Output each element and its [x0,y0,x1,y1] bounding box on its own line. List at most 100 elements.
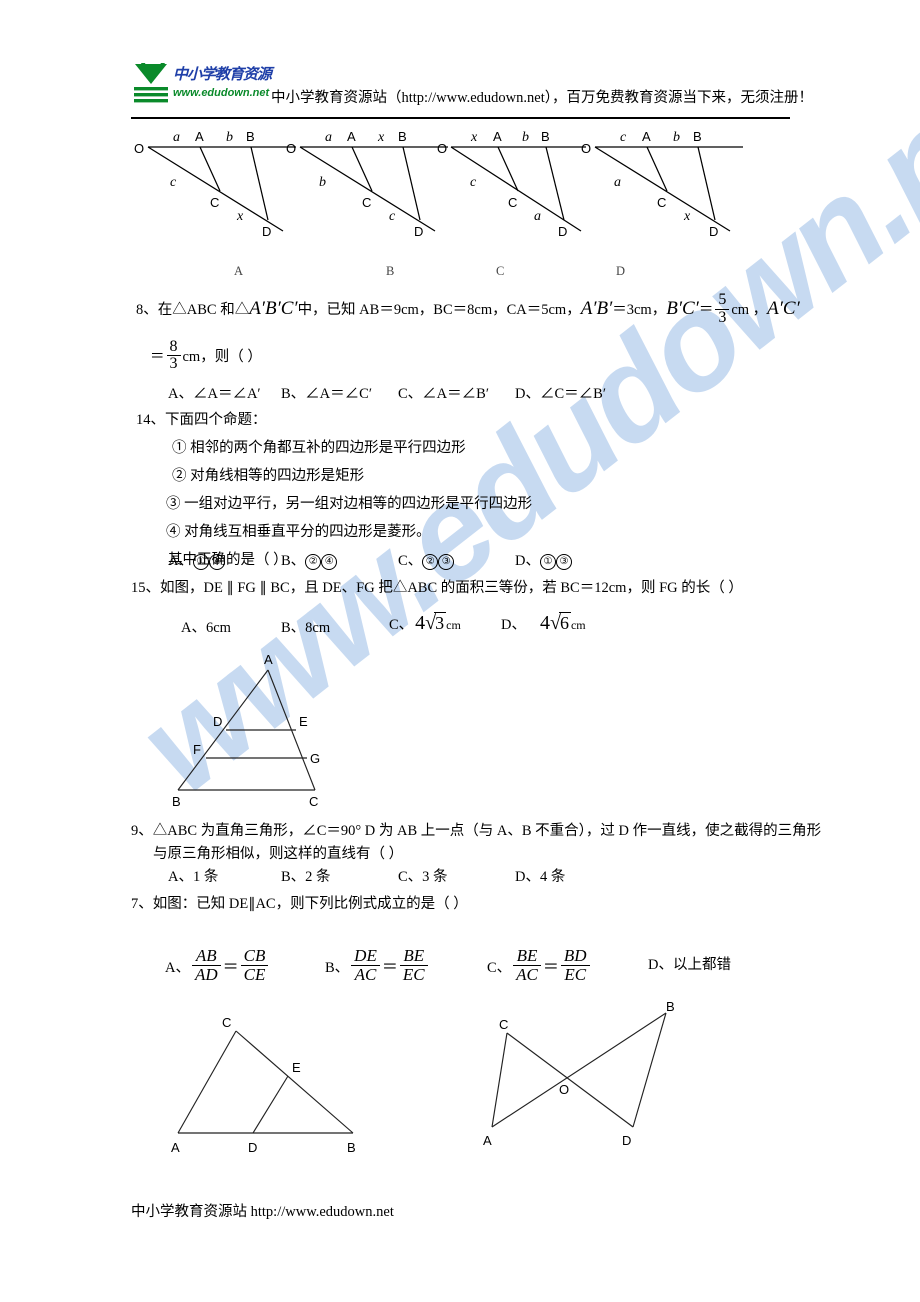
q15-option-b[interactable]: B、8cm [281,616,330,637]
figure-b-label-a: a [325,130,332,145]
edudown-logo: 中小学教育资源 www.edudown.net [131,62,272,108]
q15-label-g: G [310,751,320,766]
q14-option-a[interactable]: A、 ① ④ [168,549,225,570]
figure-d-point-b: B [693,129,702,144]
header-title: 中小学教育资源站（http://www.edudown.net），百万免费教育资… [271,90,813,106]
q14-option-c-n2: ③ [438,554,455,570]
q7-option-b-frac-1: DE AC [351,947,380,984]
figure-d: O A B C D c b a x D [581,129,743,278]
q8-bc-unit: cm ， [731,301,768,318]
q15-option-d-unit: cm [570,618,586,632]
q15-stem: 15、如图，DE ∥ FG ∥ BC，且 DE、FG 把△ABC 的面积三等份，… [131,580,743,596]
q7-figure-left: C E A D B [170,1000,430,1160]
q14-item-2: ② 对角线相等的四边形是矩形 [172,465,532,488]
q7-option-b-prefix: B、 [325,959,350,976]
q7-a-num2: CB [243,946,266,965]
question-14: 14、下面四个命题： ① 相邻的两个角都互补的四边形是平行四边形 ② 对角线相等… [136,409,532,572]
q7-right-label-a: A [483,1133,492,1148]
q7-option-d[interactable]: D、以上都错 [648,953,731,974]
q7-option-d-prefix: D、 [648,957,673,973]
q8-ac-denominator: 3 [166,355,181,373]
q14-option-b-prefix: B、 [281,553,306,569]
q9-line-2: 与原三角形相似，则这样的直线有（ ） [153,846,404,862]
q7-option-b[interactable]: B、 DE AC ＝ BE EC [325,947,430,984]
q15-option-c[interactable]: C、 4√3 cm [389,612,461,635]
q14-option-b[interactable]: B、 ② ④ [281,549,338,570]
figure-a-vertex-o: O [134,141,144,156]
figure-a-point-b: B [246,129,255,144]
q14-option-a-n2: ④ [208,554,225,570]
q7-option-c[interactable]: C、 BE AC ＝ BD EC [487,947,592,984]
figure-d-point-d: D [709,224,718,239]
q8-line2-tail: cm，则（ ） [182,348,262,365]
q14-option-c[interactable]: C、 ② ③ [398,549,455,570]
q9-option-c[interactable]: C、3 条 [398,865,448,886]
q8-option-b[interactable]: B、∠A＝∠C′ [281,382,372,403]
q15-option-c-sqrt: 4√3 [415,612,447,634]
figure-b-caption: B [386,264,394,278]
q8-ac-fraction: 83 [166,337,181,374]
q7-right-label-c: C [499,1017,508,1032]
q15-option-d[interactable]: D、 4√6 cm [501,612,586,635]
q8-option-c[interactable]: C、∠A＝∠B′ [398,382,489,403]
top-figures-group: O A B C D a b c x A O A B C D a x b c B … [131,128,791,283]
q9-option-a[interactable]: A、1 条 [168,865,218,886]
q14-item-4: ④ 对角线互相垂直平分的四边形是菱形。 [166,521,532,544]
figure-a-label-x: x [236,209,244,224]
q15-option-c-coef: 4 [415,612,426,634]
q9-option-b[interactable]: B、2 条 [281,865,331,886]
q7-option-b-frac-2: BE EC [399,947,428,984]
q7-stem: 7、如图：已知 DE∥AC，则下列比例式成立的是（ ） [131,896,468,912]
q7-c-den1: AC [513,964,541,984]
q7-b-den1: AC [351,964,380,984]
q7-c-den2: EC [560,964,590,984]
q8-option-a[interactable]: A、∠A＝∠A′ [168,382,261,403]
q8-bc-prime: B′C′ [666,297,699,319]
q14-option-d-n1: ① [539,554,556,570]
q8-bc-denominator: 3 [715,308,730,327]
q14-item-3-num: ③ [166,496,181,512]
figure-a-label-c: c [170,175,177,190]
q7-right-label-d: D [622,1133,631,1148]
q7-a-num1: AB [195,946,217,965]
q15-option-a[interactable]: A、6cm [181,616,231,637]
q8-line-2: ＝ 8 3 cm，则（ ） [150,337,800,374]
q8-bc-equals: ＝ [698,301,714,318]
q7-option-a-prefix: A、 [165,959,190,976]
q9-option-d[interactable]: D、4 条 [515,865,565,886]
q14-option-d-n2: ③ [555,554,572,570]
figure-a-label-a: a [173,130,180,145]
logo-chinese-text: 中小学教育资源 [173,67,272,83]
q14-item-2-text: 对角线相等的四边形是矩形 [190,468,365,484]
q15-label-d: D [213,714,222,729]
q8-option-d[interactable]: D、∠C＝∠B′ [515,382,606,403]
document-page: www.edudown.net 中小学教育资源 www.edudown.net … [0,0,920,1302]
q8-ac-numerator: 8 [169,337,178,355]
q14-item-3: ③ 一组对边平行，另一组对边相等的四边形是平行四边形 [166,493,532,516]
q7-left-label-e: E [292,1060,301,1075]
figure-c-label-b: b [522,130,529,145]
figure-b-point-d: D [414,224,423,239]
figure-b-point-b: B [398,129,407,144]
logo-url-text: www.edudown.net [173,87,270,99]
figure-c-vertex-o: O [437,141,447,156]
q8-line-1: 8、在△ABC 和△A′B′C′中，已知 AB＝9cm，BC＝8cm，CA＝5c… [136,291,800,327]
q7-option-a[interactable]: A、 AB AD ＝ CB CE [165,947,270,984]
q7-a-den2: CE [240,964,269,984]
q14-item-1: ① 相邻的两个角都互补的四边形是平行四边形 [172,437,532,460]
q14-option-b-n2: ④ [321,554,338,570]
q8-bc-numerator: 5 [718,291,727,308]
q7-b-den2: EC [399,964,428,984]
q7-a-den1: AD [191,964,221,984]
q7-b-num1: DE [354,946,377,965]
q14-item-2-num: ② [172,468,187,484]
figure-b-label-x: x [377,130,385,145]
q14-option-a-prefix: A、 [168,553,193,569]
figure-c: O A B C D x b c a C [437,129,586,278]
q14-option-b-n1: ② [305,554,322,570]
page-footer: 中小学教育资源站 http://www.edudown.net [131,1204,394,1220]
q14-option-d[interactable]: D、 ① ③ [515,549,572,570]
figure-d-label-a: a [614,175,621,190]
q7-option-d-text: 以上都错 [672,957,731,973]
q8-known: 中，已知 AB＝9cm，BC＝8cm，CA＝5cm， [297,301,581,318]
